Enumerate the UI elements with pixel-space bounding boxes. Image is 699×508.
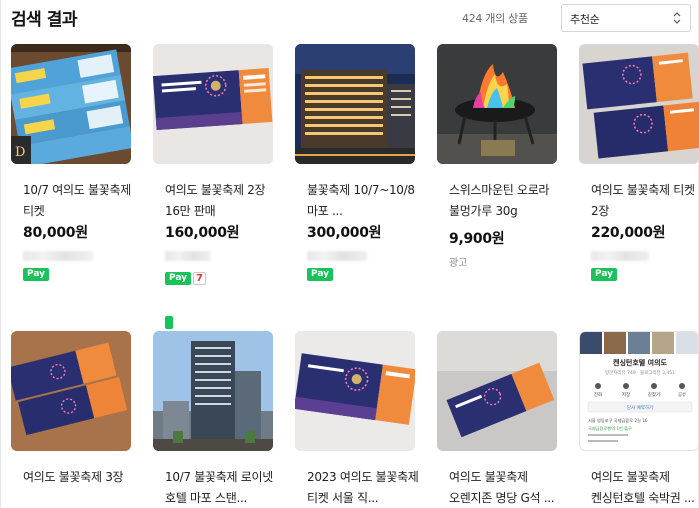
result-count: 424 개의 상품 [462, 12, 528, 25]
hotel-night-image [295, 44, 415, 164]
product-card[interactable]: 켄싱턴호텔 여의도 방문자리뷰 749 · 블로그리뷰 3,451 전화 저장 … [579, 331, 699, 508]
product-title[interactable]: 불꽃축제 10/7~10/8 마포 ... [307, 180, 422, 222]
ticket-pair-image [579, 44, 699, 164]
product-title[interactable]: 여의도 불꽃축제 켄싱턴호텔 숙박권 ... [591, 467, 699, 508]
product-card[interactable]: 여의도 불꽃축제 2장 16만 판매 160,000원 [153, 44, 280, 329]
product-price: 80,000원 [23, 225, 88, 241]
pay-badge [165, 316, 173, 329]
product-thumbnail[interactable] [579, 44, 699, 164]
product-title[interactable]: 10/7 불꽃축제 로이넷 호텔 마포 스탠... [165, 467, 280, 508]
seller-info-blurred [165, 251, 211, 261]
svg-text:D: D [15, 145, 25, 160]
product-card[interactable]: 여의도 불꽃축제 오렌지존 명당 G석 ... [437, 331, 561, 508]
product-card[interactable]: 여의도 불꽃축제 3장 [11, 331, 135, 508]
seller-info-blurred [23, 251, 93, 261]
pay-badge: Pay [165, 272, 192, 285]
map-screenshot-image: 켄싱턴호텔 여의도 방문자리뷰 749 · 블로그리뷰 3,451 전화 저장 … [580, 332, 698, 450]
results-header: 검색 결과 424 개의 상품 추천순 [0, 0, 699, 36]
map-address-text: 서울 영등포구 국제금융로 2길 16 [588, 417, 648, 424]
product-card[interactable]: 10/7 불꽃축제 로이넷 호텔 마포 스탠... [153, 331, 277, 508]
campfire-image [437, 44, 557, 164]
product-thumbnail[interactable] [437, 331, 557, 451]
map-subtitle-text: 방문자리뷰 749 · 블로그리뷰 3,451 [605, 369, 675, 376]
page-title: 검색 결과 [11, 10, 77, 30]
map-notice-text: 당사 예약하기 [627, 404, 653, 411]
map-station-text: 국제금융로행역 1번 출구 [588, 425, 632, 432]
product-price: 220,000원 [591, 225, 666, 241]
product-title[interactable]: 여의도 불꽃축제 2장 16만 판매 [165, 180, 280, 222]
seven-eleven-icon: 7 [193, 272, 206, 285]
map-action-save: 저장 [622, 391, 630, 398]
map-title-text: 켄싱턴호텔 여의도 [613, 358, 668, 367]
product-card[interactable]: 2023 여의도 불꽃축제 티켓 서울 직... [295, 331, 419, 508]
pay-badge: Pay [23, 268, 50, 281]
tickets-on-wood-image [11, 331, 131, 451]
product-price: 9,900원 [449, 231, 505, 247]
left-frame-border [0, 0, 1, 508]
product-thumbnail[interactable] [153, 331, 273, 451]
product-thumbnail[interactable]: 켄싱턴호텔 여의도 방문자리뷰 749 · 블로그리뷰 3,451 전화 저장 … [579, 331, 699, 451]
product-title[interactable]: 여의도 불꽃축제 3장 [23, 467, 138, 488]
map-action-directions: 길찾기 [648, 391, 660, 398]
product-thumbnail[interactable] [295, 44, 415, 164]
product-price: 160,000원 [165, 225, 240, 241]
product-card[interactable]: 여의도 불꽃축제 티켓 2장 220,000원 Pay [579, 44, 699, 284]
product-title[interactable]: 여의도 불꽃축제 티켓 2장 [591, 180, 699, 222]
product-thumbnail[interactable] [437, 44, 557, 164]
product-price: 300,000원 [307, 225, 382, 241]
tickets-on-table-image: D [11, 44, 131, 164]
sort-dropdown[interactable]: 추천순 [561, 4, 691, 32]
product-card[interactable]: 불꽃축제 10/7~10/8 마포 ... 300,000원 Pay [295, 44, 419, 284]
festival-ticket-image [153, 44, 273, 164]
seller-info-blurred [591, 251, 649, 261]
seller-info-blurred [307, 251, 367, 261]
product-title[interactable]: 2023 여의도 불꽃축제 티켓 서울 직... [307, 467, 422, 508]
pay-badge: Pay [591, 268, 618, 281]
product-title[interactable]: 여의도 불꽃축제 오렌지존 명당 G석 ... [449, 467, 564, 508]
ad-label: 광고 [449, 258, 468, 269]
hotel-tower-image [153, 331, 273, 451]
ticket-on-floor-image [437, 331, 557, 451]
map-action-share: 공유 [678, 392, 686, 398]
sort-selected-label: 추천순 [570, 13, 600, 26]
product-card[interactable]: 스위스마운틴 오로라 불멍가루 30g 9,900원 광고 [437, 44, 561, 284]
pay-badge: Pay [307, 268, 334, 281]
ticket-angled-image [295, 331, 415, 451]
product-thumbnail[interactable] [153, 44, 273, 164]
product-card[interactable]: D 10/7 여의도 불꽃축제 티켓 80,000원 Pay [11, 44, 135, 284]
product-thumbnail[interactable] [11, 331, 131, 451]
chevron-up-down-icon [673, 12, 681, 24]
product-thumbnail[interactable] [295, 331, 415, 451]
product-thumbnail[interactable]: D [11, 44, 131, 164]
product-title[interactable]: 스위스마운틴 오로라 불멍가루 30g [449, 180, 564, 222]
map-action-call: 전화 [594, 391, 602, 398]
product-title[interactable]: 10/7 여의도 불꽃축제 티켓 [23, 180, 138, 222]
